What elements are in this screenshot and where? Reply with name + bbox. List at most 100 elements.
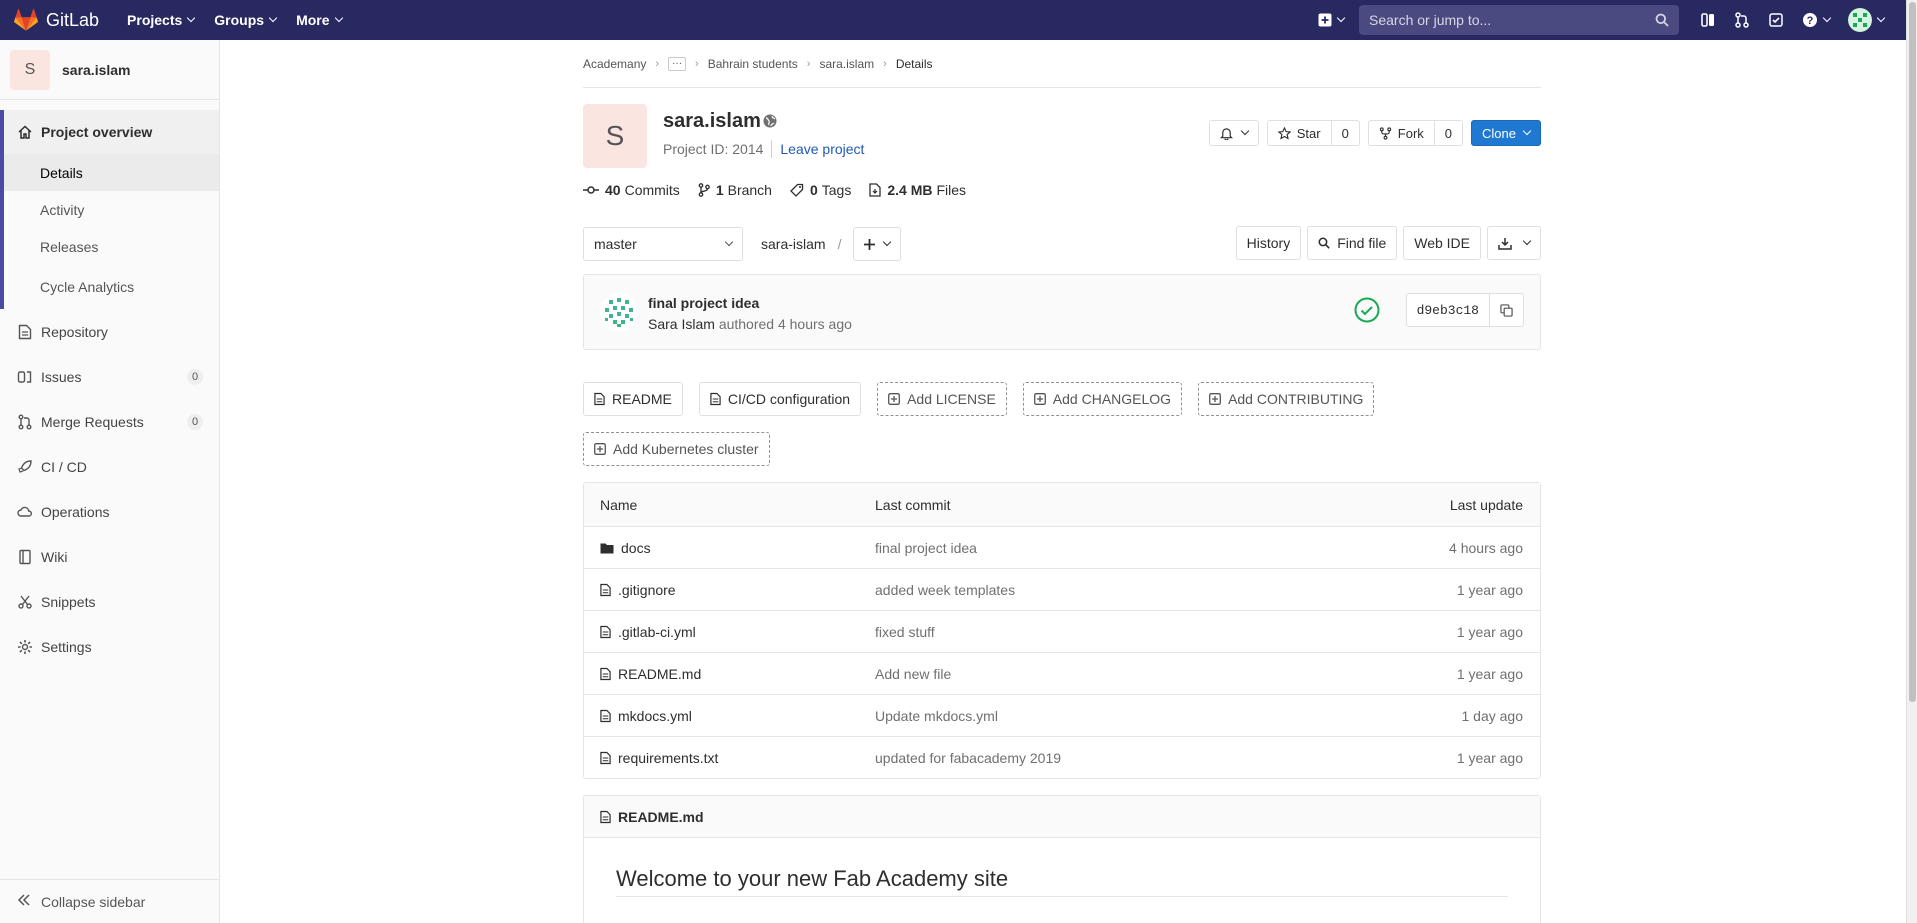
web-ide-button[interactable]: Web IDE bbox=[1403, 226, 1481, 260]
history-button[interactable]: History bbox=[1235, 226, 1302, 260]
merge-requests-nav-button[interactable] bbox=[1725, 0, 1759, 40]
sidebar-item-ci-cd[interactable]: CI / CD bbox=[0, 444, 219, 489]
fork-button[interactable]: Fork bbox=[1367, 120, 1435, 146]
sidebar-item-snippets[interactable]: Snippets bbox=[0, 579, 219, 624]
readme-filename-link[interactable]: README.md bbox=[618, 809, 704, 825]
merge-request-icon bbox=[17, 414, 33, 430]
file-name-link[interactable]: requirements.txt bbox=[584, 750, 875, 766]
star-button[interactable]: Star bbox=[1266, 120, 1332, 146]
file-name-link[interactable]: README.md bbox=[584, 666, 875, 682]
pipeline-passed-icon[interactable] bbox=[1354, 297, 1380, 323]
leave-project-link[interactable]: Leave project bbox=[780, 141, 864, 157]
add-changelog-button[interactable]: Add CHANGELOG bbox=[1022, 382, 1183, 416]
clone-button[interactable]: Clone bbox=[1471, 120, 1541, 146]
help-dropdown-button[interactable]: ? bbox=[1793, 0, 1839, 40]
sidebar-item-repository[interactable]: Repository bbox=[0, 309, 219, 354]
star-group: Star 0 bbox=[1266, 120, 1360, 146]
search-input[interactable] bbox=[1369, 12, 1655, 28]
new-dropdown-button[interactable] bbox=[1309, 0, 1353, 40]
download-dropdown-button[interactable] bbox=[1487, 226, 1541, 260]
chevron-down-icon bbox=[268, 13, 278, 23]
sidebar-subitem-label: Details bbox=[40, 164, 83, 181]
readme-button[interactable]: README bbox=[583, 382, 683, 416]
nav-more[interactable]: More bbox=[296, 12, 343, 28]
branch-select[interactable]: master bbox=[583, 227, 743, 261]
chevron-down-icon bbox=[1522, 126, 1532, 136]
download-icon bbox=[1498, 237, 1512, 250]
breadcrumb-bahrain-students[interactable]: Bahrain students bbox=[708, 57, 798, 71]
breadcrumb-sara-islam[interactable]: sara.islam bbox=[819, 57, 874, 71]
file-last-commit-link[interactable]: updated for fabacademy 2019 bbox=[875, 750, 1340, 766]
sidebar-item-project-overview[interactable]: Project overview bbox=[4, 110, 219, 154]
plus-square-icon bbox=[1209, 393, 1222, 405]
search-box[interactable] bbox=[1359, 5, 1679, 35]
gitlab-logo[interactable]: GitLab bbox=[0, 0, 99, 40]
sidebar-item-operations[interactable]: Operations bbox=[0, 489, 219, 534]
commit-author-link[interactable]: Sara Islam bbox=[648, 316, 715, 332]
tags-stat[interactable]: 0 Tags bbox=[790, 182, 851, 198]
commits-stat[interactable]: 40 Commits bbox=[583, 182, 680, 198]
table-row: .gitignore added week templates 1 year a… bbox=[584, 568, 1540, 610]
find-file-button[interactable]: Find file bbox=[1307, 226, 1398, 260]
breadcrumb-academany[interactable]: Academany bbox=[583, 57, 646, 71]
file-name-link[interactable]: mkdocs.yml bbox=[584, 708, 875, 724]
page-title: sara.islam bbox=[663, 110, 761, 132]
add-kubernetes-cluster-button[interactable]: Add Kubernetes cluster bbox=[583, 432, 770, 466]
sidebar-item-wiki[interactable]: Wiki bbox=[0, 534, 219, 579]
sidebar-subitem-activity[interactable]: Activity bbox=[4, 191, 219, 228]
sidebar-item-issues[interactable]: Issues 0 bbox=[0, 354, 219, 399]
nav-projects-label: Projects bbox=[127, 12, 183, 28]
breadcrumb-details[interactable]: Details bbox=[896, 57, 933, 71]
branch-icon bbox=[698, 183, 710, 197]
sidebar-subitem-cycle-analytics[interactable]: Cycle Analytics bbox=[4, 265, 219, 309]
file-last-update: 4 hours ago bbox=[1449, 539, 1523, 556]
commit-title-link[interactable]: final project idea bbox=[648, 295, 759, 311]
todos-nav-button[interactable] bbox=[1759, 0, 1793, 40]
page-scrollbar[interactable] bbox=[1906, 0, 1917, 923]
file-icon bbox=[600, 583, 611, 596]
branch-stat[interactable]: 1 Branch bbox=[698, 182, 772, 198]
sidebar-item-settings[interactable]: Settings bbox=[0, 624, 219, 669]
file-last-commit-link[interactable]: final project idea bbox=[875, 540, 1340, 556]
notification-dropdown-button[interactable] bbox=[1208, 120, 1259, 146]
file-last-update: 1 day ago bbox=[1461, 707, 1524, 724]
nav-groups[interactable]: Groups bbox=[214, 12, 278, 28]
star-icon bbox=[1277, 126, 1291, 140]
repo-path[interactable]: sara-islam bbox=[761, 236, 826, 252]
file-last-commit-link[interactable]: fixed stuff bbox=[875, 624, 1340, 640]
fork-icon bbox=[1379, 126, 1391, 140]
sidebar-subitem-releases[interactable]: Releases bbox=[4, 228, 219, 265]
commits-count: 40 bbox=[605, 182, 621, 198]
file-name: mkdocs.yml bbox=[618, 707, 692, 724]
user-dropdown-button[interactable] bbox=[1839, 0, 1906, 40]
issues-nav-button[interactable] bbox=[1691, 0, 1725, 40]
breadcrumb-ellipsis-button[interactable]: ··· bbox=[668, 56, 687, 71]
scrollbar-thumb[interactable] bbox=[1909, 2, 1916, 702]
search-icon bbox=[1318, 237, 1330, 249]
ci-cd-configuration-button[interactable]: CI/CD configuration bbox=[698, 382, 862, 416]
star-count[interactable]: 0 bbox=[1331, 120, 1360, 146]
collapse-sidebar-button[interactable]: Collapse sidebar bbox=[0, 879, 219, 923]
file-last-commit-link[interactable]: Update mkdocs.yml bbox=[875, 708, 1340, 724]
sidebar-subitem-details[interactable]: Details bbox=[4, 154, 219, 191]
commits-label: Commits bbox=[624, 182, 680, 198]
chevron-down-icon bbox=[883, 237, 892, 247]
add-license-button[interactable]: Add LICENSE bbox=[877, 382, 1007, 416]
sidebar-project-header[interactable]: S sara.islam bbox=[0, 40, 219, 100]
file-name-link[interactable]: .gitignore bbox=[584, 582, 875, 598]
file-last-commit-link[interactable]: added week templates bbox=[875, 582, 1340, 598]
add-contributing-button[interactable]: Add CONTRIBUTING bbox=[1198, 382, 1375, 416]
commit-sha[interactable]: d9eb3c18 bbox=[1405, 293, 1490, 327]
sidebar-item-merge-requests[interactable]: Merge Requests 0 bbox=[0, 399, 219, 444]
files-stat[interactable]: 2.4 MB Files bbox=[869, 182, 966, 198]
file-name-link[interactable]: docs bbox=[584, 540, 875, 556]
add-to-tree-button[interactable] bbox=[853, 227, 902, 261]
sidebar-nav: Repository Issues 0 Merge Requests 0 CI … bbox=[0, 309, 219, 669]
nav-projects[interactable]: Projects bbox=[127, 12, 196, 28]
file-name-link[interactable]: .gitlab-ci.yml bbox=[584, 624, 875, 640]
double-chevron-left-icon bbox=[17, 893, 33, 910]
sidebar-item-label: Issues bbox=[41, 368, 82, 385]
file-last-commit-link[interactable]: Add new file bbox=[875, 666, 1340, 682]
fork-count[interactable]: 0 bbox=[1434, 120, 1464, 146]
copy-sha-button[interactable] bbox=[1490, 293, 1524, 327]
